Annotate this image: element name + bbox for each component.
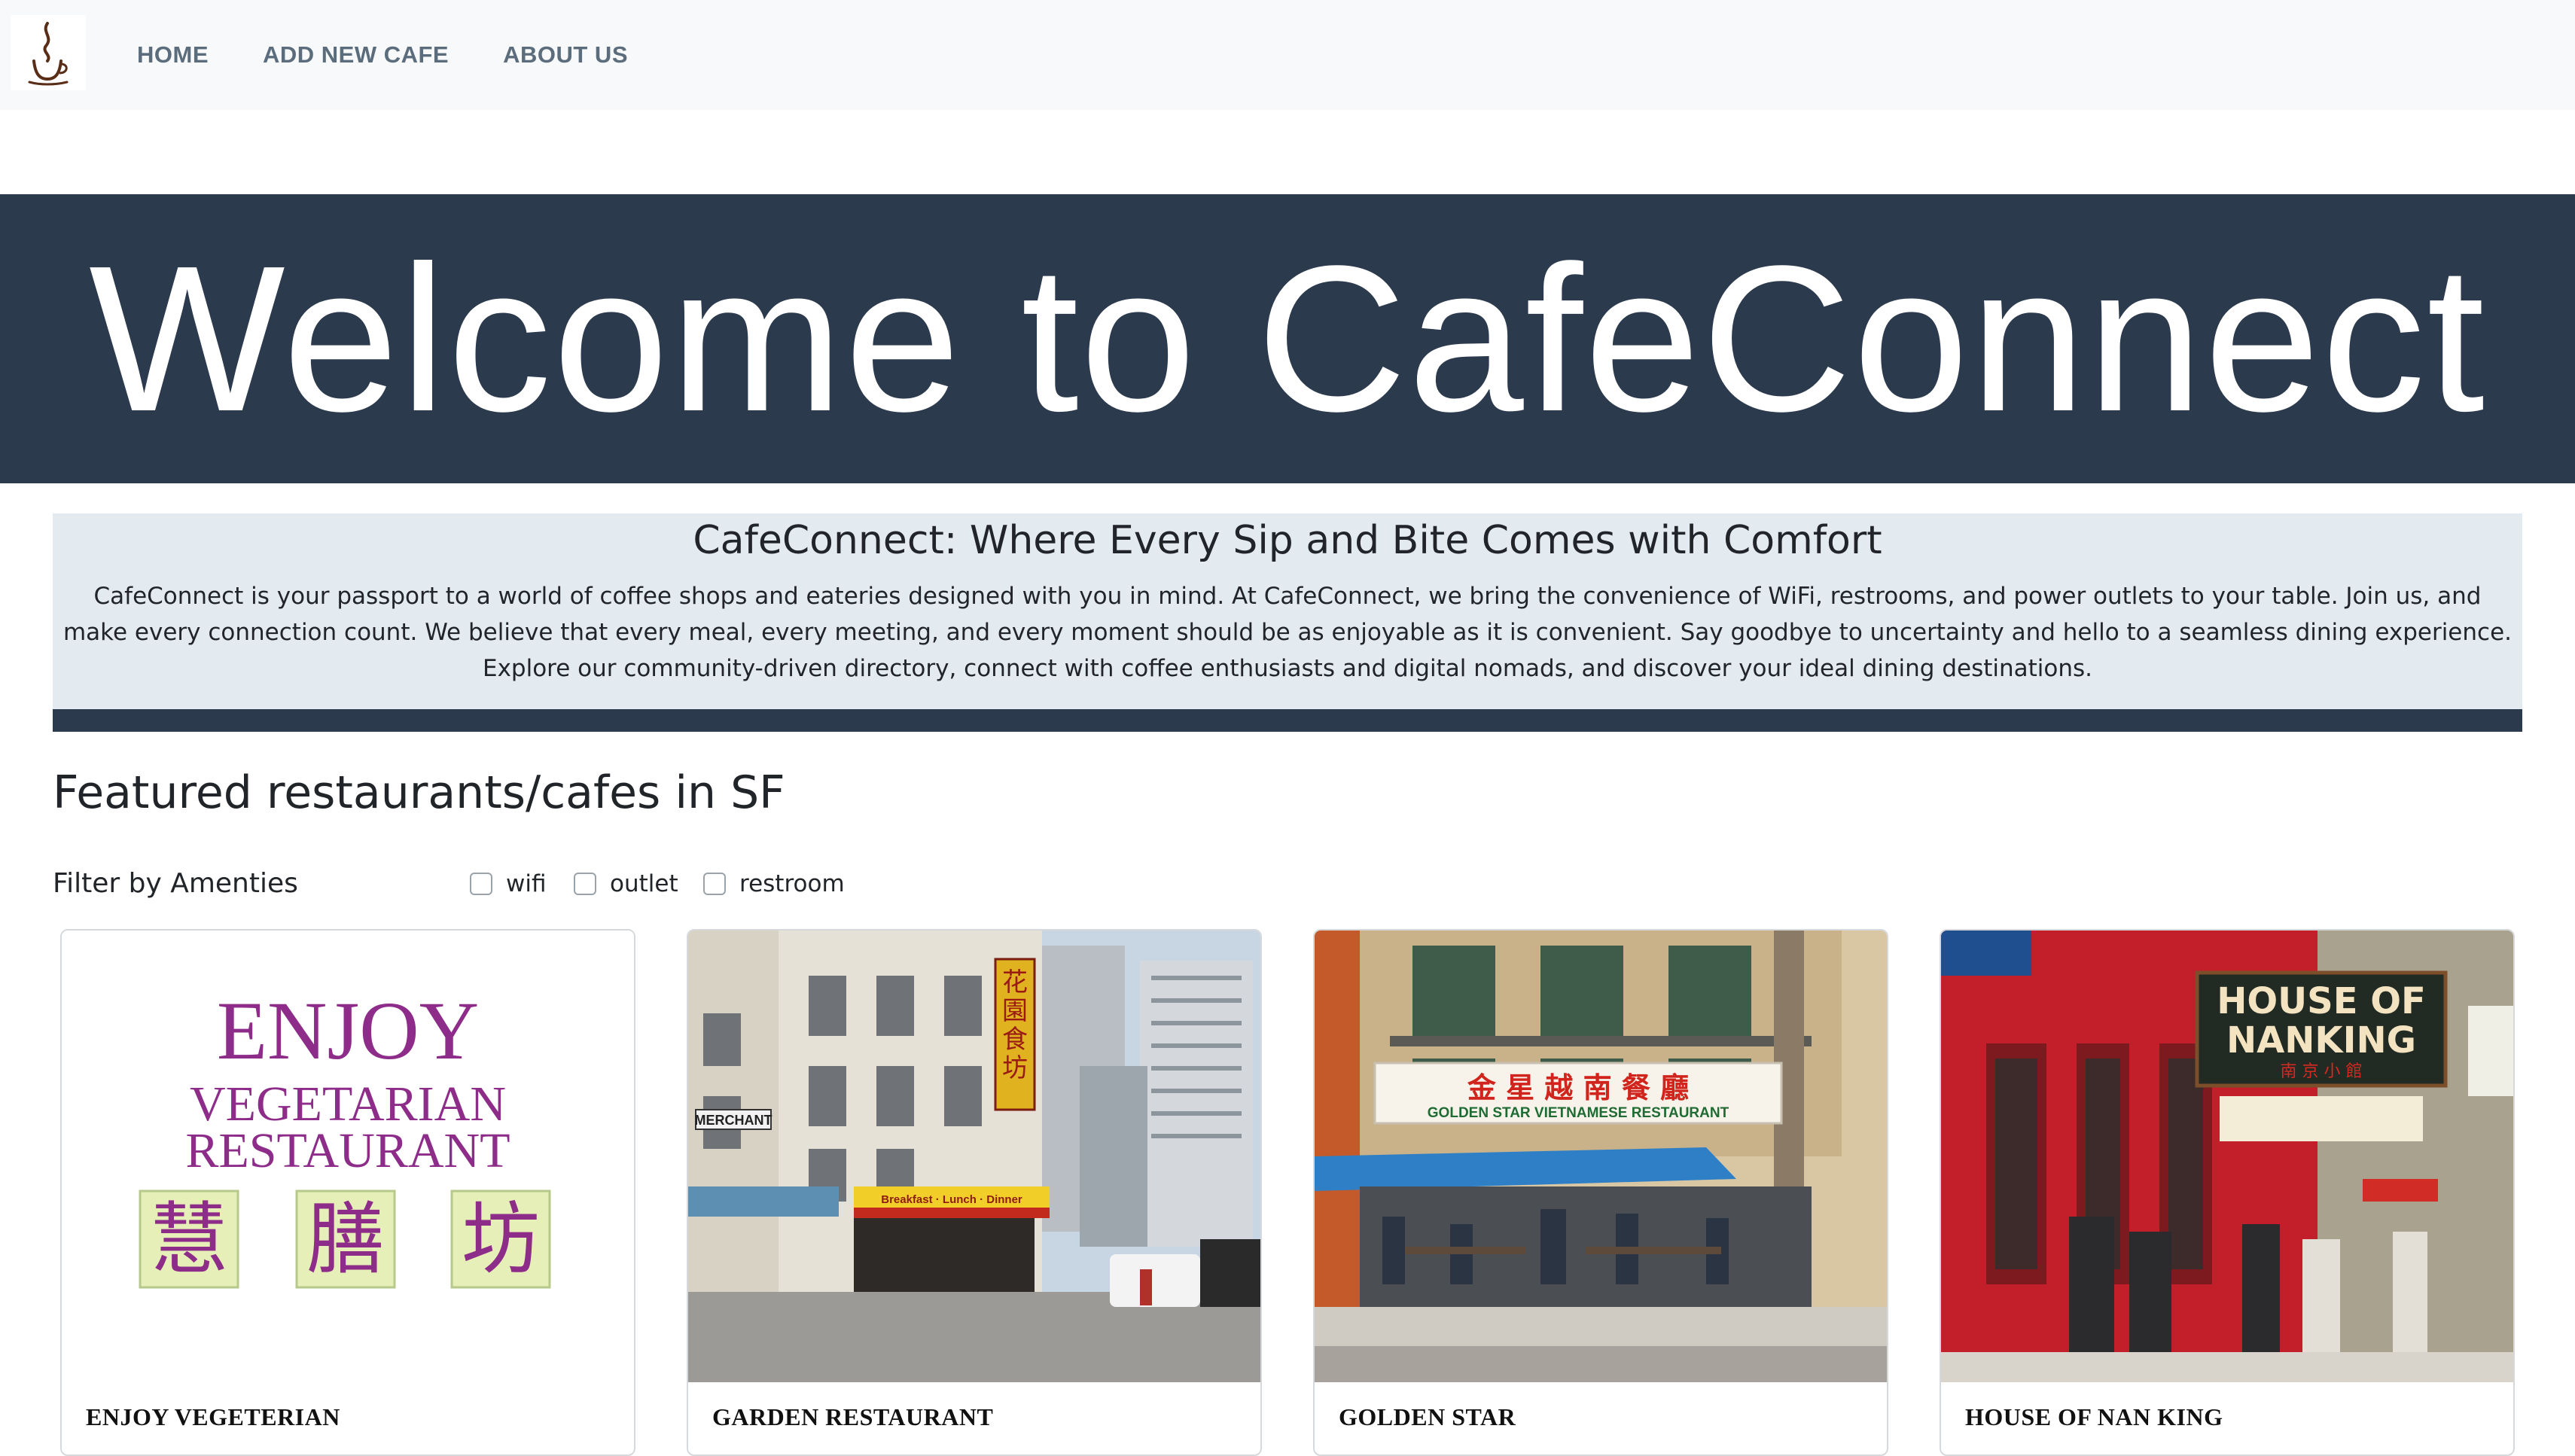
cafe-card-image: HOUSE OF NANKING 南 京 小 館 <box>1941 931 2513 1382</box>
restroom-checkbox[interactable] <box>703 873 726 895</box>
nav-home-link[interactable]: HOME <box>137 41 209 69</box>
logo-line-1: ENJOY <box>217 985 479 1077</box>
nav-about-us-link[interactable]: ABOUT US <box>503 41 628 69</box>
sign-sub: 南 京 小 館 <box>2281 1062 2363 1081</box>
coffee-cup-icon <box>28 22 69 86</box>
navbar: HOME ADD NEW CAFE ABOUT US <box>0 0 2575 110</box>
logo-char-2: 膳 <box>306 1193 385 1285</box>
cafe-card[interactable]: 花 園 食 坊 MERCHANT Breakfast · Lunch · Din… <box>687 929 1262 1456</box>
filter-wifi[interactable]: wifi <box>470 863 547 905</box>
svg-text:花: 花 <box>1002 967 1028 998</box>
logo-line-3: RESTAURANT <box>185 1123 510 1178</box>
sign-line-1: HOUSE OF <box>2217 980 2426 1022</box>
sign-chinese: 金 星 越 南 餐 廳 <box>1467 1071 1689 1104</box>
nav-links: HOME ADD NEW CAFE ABOUT US <box>137 0 682 110</box>
logo-chinese-tiles: 慧 膳 坊 <box>139 1189 551 1289</box>
featured-heading: Featured restaurants/cafes in SF <box>53 766 785 819</box>
wifi-checkbox[interactable] <box>470 873 492 895</box>
cafe-card-title: GOLDEN STAR <box>1339 1403 1516 1430</box>
intro-section: CafeConnect: Where Every Sip and Bite Co… <box>53 513 2522 709</box>
filter-restroom-label: restroom <box>739 870 845 897</box>
filter-wifi-label: wifi <box>506 870 547 897</box>
awning-text: Breakfast · Lunch · Dinner <box>881 1193 1022 1206</box>
street-photo: HOUSE OF NANKING 南 京 小 館 <box>1941 931 2513 1382</box>
logo-char-1: 慧 <box>150 1193 228 1285</box>
intro-text: CafeConnect is your passport to a world … <box>62 583 2513 682</box>
cafe-card[interactable]: ENJOY VEGETARIAN RESTAURANT 慧 膳 坊 ENJOY … <box>60 929 635 1456</box>
hero-title: Welcome to CafeConnect <box>89 223 2486 455</box>
cafe-card-title: ENJOY VEGETERIAN <box>86 1403 340 1430</box>
intro-heading: CafeConnect: Where Every Sip and Bite Co… <box>693 518 1882 563</box>
cafe-card[interactable]: HOUSE OF NANKING 南 京 小 館 HOUSE OF NAN KI… <box>1940 929 2515 1456</box>
logo-char-3: 坊 <box>462 1193 540 1285</box>
sign-english: GOLDEN STAR VIETNAMESE RESTAURANT <box>1428 1105 1729 1121</box>
amenity-filter: Filter by Amenties wifi outlet restroom <box>53 863 956 905</box>
filter-outlet[interactable]: outlet <box>574 863 678 905</box>
sign-line-2: NANKING <box>2226 1019 2416 1062</box>
cafe-card-image: 金 星 越 南 餐 廳 GOLDEN STAR VIETNAMESE RESTA… <box>1315 931 1887 1382</box>
svg-text:園: 園 <box>1002 996 1028 1026</box>
filter-restroom[interactable]: restroom <box>703 863 845 905</box>
restaurant-logo-image: ENJOY VEGETARIAN RESTAURANT 慧 膳 坊 <box>139 985 551 1289</box>
cafe-card[interactable]: 金 星 越 南 餐 廳 GOLDEN STAR VIETNAMESE RESTA… <box>1313 929 1888 1456</box>
street-photo: 花 園 食 坊 MERCHANT Breakfast · Lunch · Din… <box>688 931 1260 1382</box>
brand-logo[interactable] <box>11 15 86 90</box>
street-photo: 金 星 越 南 餐 廳 GOLDEN STAR VIETNAMESE RESTA… <box>1315 931 1887 1382</box>
nav-add-new-cafe-link[interactable]: ADD NEW CAFE <box>263 41 449 69</box>
cafe-card-image: ENJOY VEGETARIAN RESTAURANT 慧 膳 坊 <box>62 931 634 1382</box>
svg-text:坊: 坊 <box>1002 1053 1028 1083</box>
cafe-card-title: GARDEN RESTAURANT <box>712 1403 994 1430</box>
outlet-checkbox[interactable] <box>574 873 596 895</box>
cafe-card-image: 花 園 食 坊 MERCHANT Breakfast · Lunch · Din… <box>688 931 1260 1382</box>
intro-divider-bar <box>53 709 2522 732</box>
hero-banner: Welcome to CafeConnect <box>0 194 2575 483</box>
svg-text:食: 食 <box>1002 1025 1028 1055</box>
cafe-card-title: HOUSE OF NAN KING <box>1965 1403 2223 1430</box>
filter-outlet-label: outlet <box>610 870 678 897</box>
filter-label: Filter by Amenties <box>53 868 298 899</box>
street-sign-text: MERCHANT <box>695 1113 772 1128</box>
